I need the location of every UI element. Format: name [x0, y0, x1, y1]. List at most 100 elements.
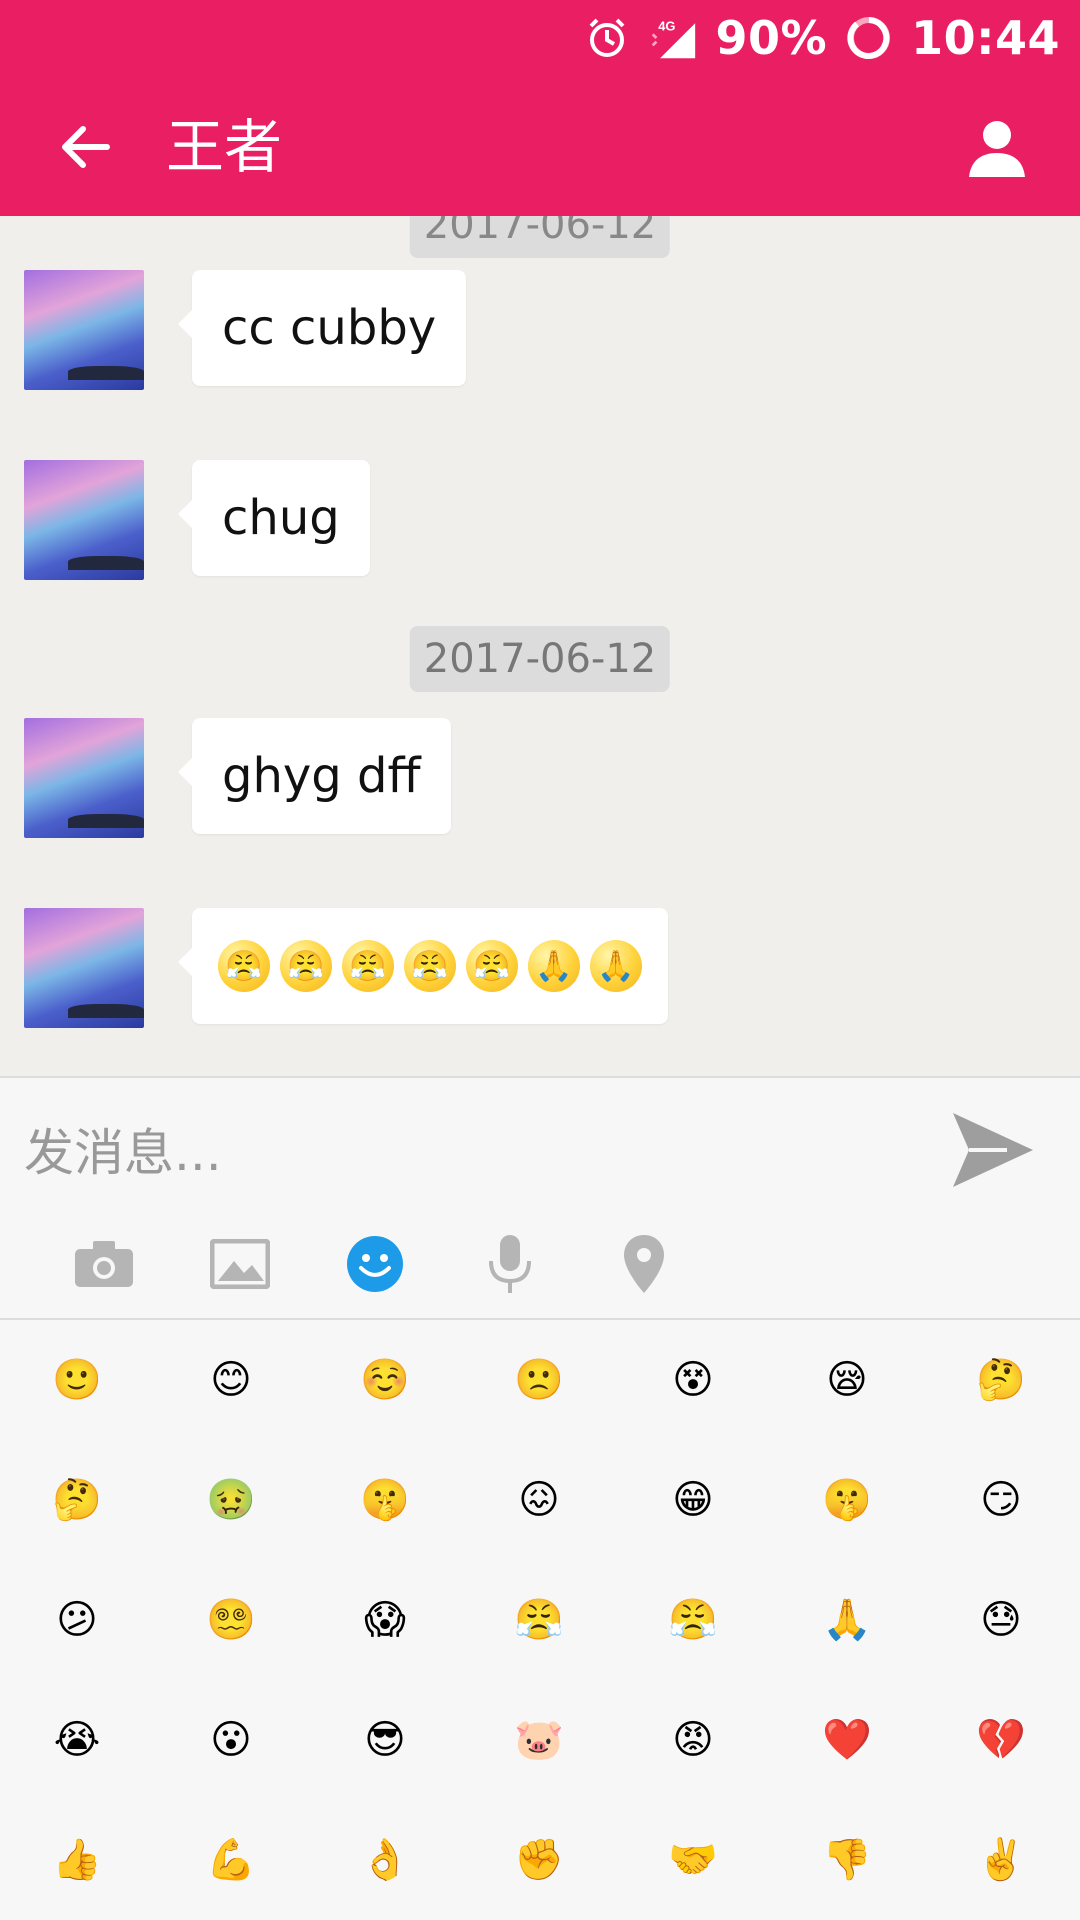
emoji-cell[interactable]: 😵 [616, 1320, 770, 1440]
emoji-cell[interactable]: 🤢 [154, 1440, 308, 1560]
emoji-cell[interactable]: 🤔 [924, 1320, 1078, 1440]
emoji-glyph: 🙂 [52, 1357, 102, 1403]
emoji-item: 😤 [218, 940, 270, 992]
message-text: cc cubby [222, 300, 437, 356]
avatar[interactable] [24, 270, 144, 390]
emoji-cell[interactable]: 🤫 [308, 1440, 462, 1560]
emoji-cell[interactable]: 🤝 [616, 1800, 770, 1920]
emoji-cell[interactable]: 🙏 [770, 1560, 924, 1680]
emoji-glyph: 🤝 [668, 1837, 718, 1883]
emoji-glyph: 🐷 [514, 1717, 564, 1763]
microphone-button[interactable] [470, 1224, 550, 1304]
camera-button[interactable] [64, 1224, 144, 1304]
message-row: 😤 😤 😤 😤 😤 🙏 🙏 [24, 908, 1064, 1028]
avatar[interactable] [24, 908, 144, 1028]
emoji-cell[interactable]: 😭 [0, 1680, 154, 1800]
emoji-cell[interactable]: 👎 [770, 1800, 924, 1920]
emoji-button[interactable] [335, 1224, 415, 1304]
emoji-cell[interactable]: 🐷 [462, 1680, 616, 1800]
emoji-glyph: ✌️ [976, 1837, 1026, 1883]
emoji-cell[interactable]: 😤 [616, 1560, 770, 1680]
microphone-icon [489, 1235, 531, 1293]
status-right: 4G 90% 10:44 [583, 8, 1060, 68]
emoji-cell[interactable]: 😊 [154, 1320, 308, 1440]
emoji-glyph: 😱 [364, 1597, 406, 1643]
emoji-cell[interactable]: 👌 [308, 1800, 462, 1920]
emoji-glyph: 😊 [210, 1357, 252, 1403]
emoji-glyph: 🤫 [822, 1477, 872, 1523]
emoji-icon [347, 1236, 403, 1292]
send-button[interactable] [944, 1102, 1040, 1198]
emoji-glyph: 🙏 [822, 1597, 872, 1643]
emoji-cell[interactable]: ✌️ [924, 1800, 1078, 1920]
emoji-cell[interactable]: 😓 [924, 1560, 1078, 1680]
emoji-glyph: 😕 [56, 1597, 98, 1643]
emoji-glyph: 😤 [668, 1597, 718, 1643]
message-bubble[interactable]: chug [178, 460, 370, 576]
emoji-cell[interactable]: 😵‍💫 [154, 1560, 308, 1680]
message-row: chug [24, 460, 1064, 580]
emoji-cell[interactable]: 👍 [0, 1800, 154, 1920]
emoji-cell[interactable]: 💔 [924, 1680, 1078, 1800]
emoji-glyph: 😪 [826, 1357, 868, 1403]
emoji-cell[interactable]: 🤔 [0, 1440, 154, 1560]
app-bar: 王者 [0, 96, 1080, 196]
avatar[interactable] [24, 718, 144, 838]
emoji-glyph: 😮 [210, 1717, 252, 1763]
back-arrow-icon [62, 126, 110, 168]
emoji-glyph: 😓 [980, 1597, 1022, 1643]
emoji-glyph: 🙁 [514, 1357, 564, 1403]
clock: 10:44 [911, 11, 1060, 65]
emoji-cell[interactable]: 😎 [308, 1680, 462, 1800]
message-input[interactable] [24, 1108, 904, 1198]
profile-button[interactable] [962, 112, 1032, 182]
emoji-cell[interactable]: 😤 [462, 1560, 616, 1680]
emoji-glyph: 😵‍💫 [206, 1597, 256, 1643]
emoji-glyph: 😵 [672, 1357, 714, 1403]
message-row: cc cubby [24, 270, 1064, 390]
emoji-cell[interactable]: ❤️ [770, 1680, 924, 1800]
emoji-cell[interactable]: 🙂 [0, 1320, 154, 1440]
image-button[interactable] [200, 1224, 280, 1304]
emoji-glyph: ❤️ [822, 1717, 872, 1763]
emoji-cell[interactable]: ☺️ [308, 1320, 462, 1440]
emoji-glyph: 😡 [672, 1717, 714, 1763]
emoji-item: 🙏 [590, 940, 642, 992]
chat-area[interactable]: 2017-06-12 cc cubby chug 2017-06-12 ghyg… [0, 216, 1080, 1076]
emoji-item: 😤 [466, 940, 518, 992]
emoji-cell[interactable]: 😱 [308, 1560, 462, 1680]
emoji-cell[interactable]: 😁 [616, 1440, 770, 1560]
emoji-cell[interactable]: 😡 [616, 1680, 770, 1800]
avatar[interactable] [24, 460, 144, 580]
camera-icon [75, 1241, 133, 1287]
emoji-cell[interactable]: 🙁 [462, 1320, 616, 1440]
person-icon [969, 121, 1025, 177]
emoji-glyph: 😎 [364, 1717, 406, 1763]
emoji-cell[interactable]: 😏 [924, 1440, 1078, 1560]
message-bubble[interactable]: 😤 😤 😤 😤 😤 🙏 🙏 [178, 908, 668, 1024]
emoji-glyph: ✊ [514, 1837, 564, 1883]
emoji-glyph: 😏 [980, 1477, 1022, 1523]
emoji-cell[interactable]: 🤫 [770, 1440, 924, 1560]
message-bubble[interactable]: cc cubby [177, 270, 467, 386]
back-button[interactable] [50, 112, 120, 182]
emoji-cell[interactable]: ✊ [462, 1800, 616, 1920]
emoji-glyph: 💪 [206, 1837, 256, 1883]
emoji-item: 😤 [342, 940, 394, 992]
location-button[interactable] [604, 1224, 684, 1304]
battery-percent: 90% [715, 11, 828, 65]
emoji-item: 😤 [404, 940, 456, 992]
emoji-cell[interactable]: 😮 [154, 1680, 308, 1800]
emoji-cell[interactable]: 😕 [0, 1560, 154, 1680]
emoji-glyph: 💔 [976, 1717, 1026, 1763]
message-bubble[interactable]: ghyg dff [178, 718, 451, 834]
emoji-cell[interactable]: 😖 [462, 1440, 616, 1560]
network-label: 4G [659, 19, 676, 34]
signal-4g-icon: 4G [649, 14, 697, 62]
emoji-glyph: ☺️ [360, 1357, 410, 1403]
emoji-panel: 🙂 😊 ☺️ 🙁 😵 😪 🤔 🤔 🤢 🤫 😖 😁 🤫 😏 😕 😵‍💫 😱 😤 😤 🙏 😓 😭 😮 😎 🐷 😡 ❤️ 💔 👍 💪 👌 ✊ 🤝 👎 ✌️ [0, 1320, 1080, 1920]
emoji-glyph: 😁 [672, 1477, 714, 1523]
emoji-glyph: 😖 [518, 1477, 560, 1523]
emoji-cell[interactable]: 😪 [770, 1320, 924, 1440]
emoji-cell[interactable]: 💪 [154, 1800, 308, 1920]
